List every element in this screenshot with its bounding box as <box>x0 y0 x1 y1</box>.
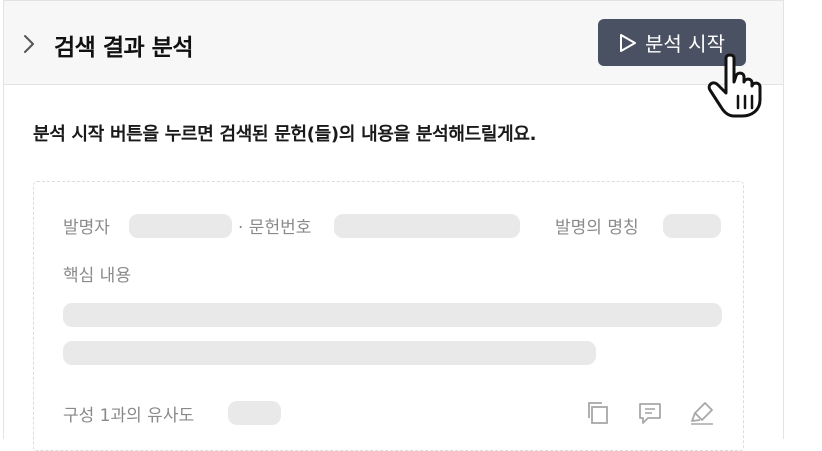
doc-number-placeholder <box>334 214 520 238</box>
invention-title-placeholder <box>663 214 721 238</box>
inventor-placeholder <box>129 214 232 238</box>
core-content-line-1 <box>63 303 722 327</box>
play-icon <box>620 33 637 52</box>
inventor-label: 발명자 <box>63 218 110 238</box>
doc-number-label: · 문헌번호 <box>238 218 312 238</box>
similarity-label: 구성 1과의 유사도 <box>63 406 195 426</box>
hand-cursor-icon <box>707 53 762 118</box>
core-content-line-2 <box>63 341 596 365</box>
copy-icon[interactable] <box>585 400 611 426</box>
core-content-label: 핵심 내용 <box>63 266 131 286</box>
instruction-text: 분석 시작 버튼을 누르면 검색된 문헌(들)의 내용을 분석해드릴게요. <box>33 124 537 145</box>
comment-icon[interactable] <box>637 400 663 426</box>
invention-title-label: 발명의 명칭 <box>555 218 639 238</box>
panel-title: 검색 결과 분석 <box>54 35 193 61</box>
chevron-right-icon[interactable] <box>21 34 37 54</box>
highlighter-icon[interactable] <box>689 400 715 426</box>
similarity-placeholder <box>228 401 281 425</box>
